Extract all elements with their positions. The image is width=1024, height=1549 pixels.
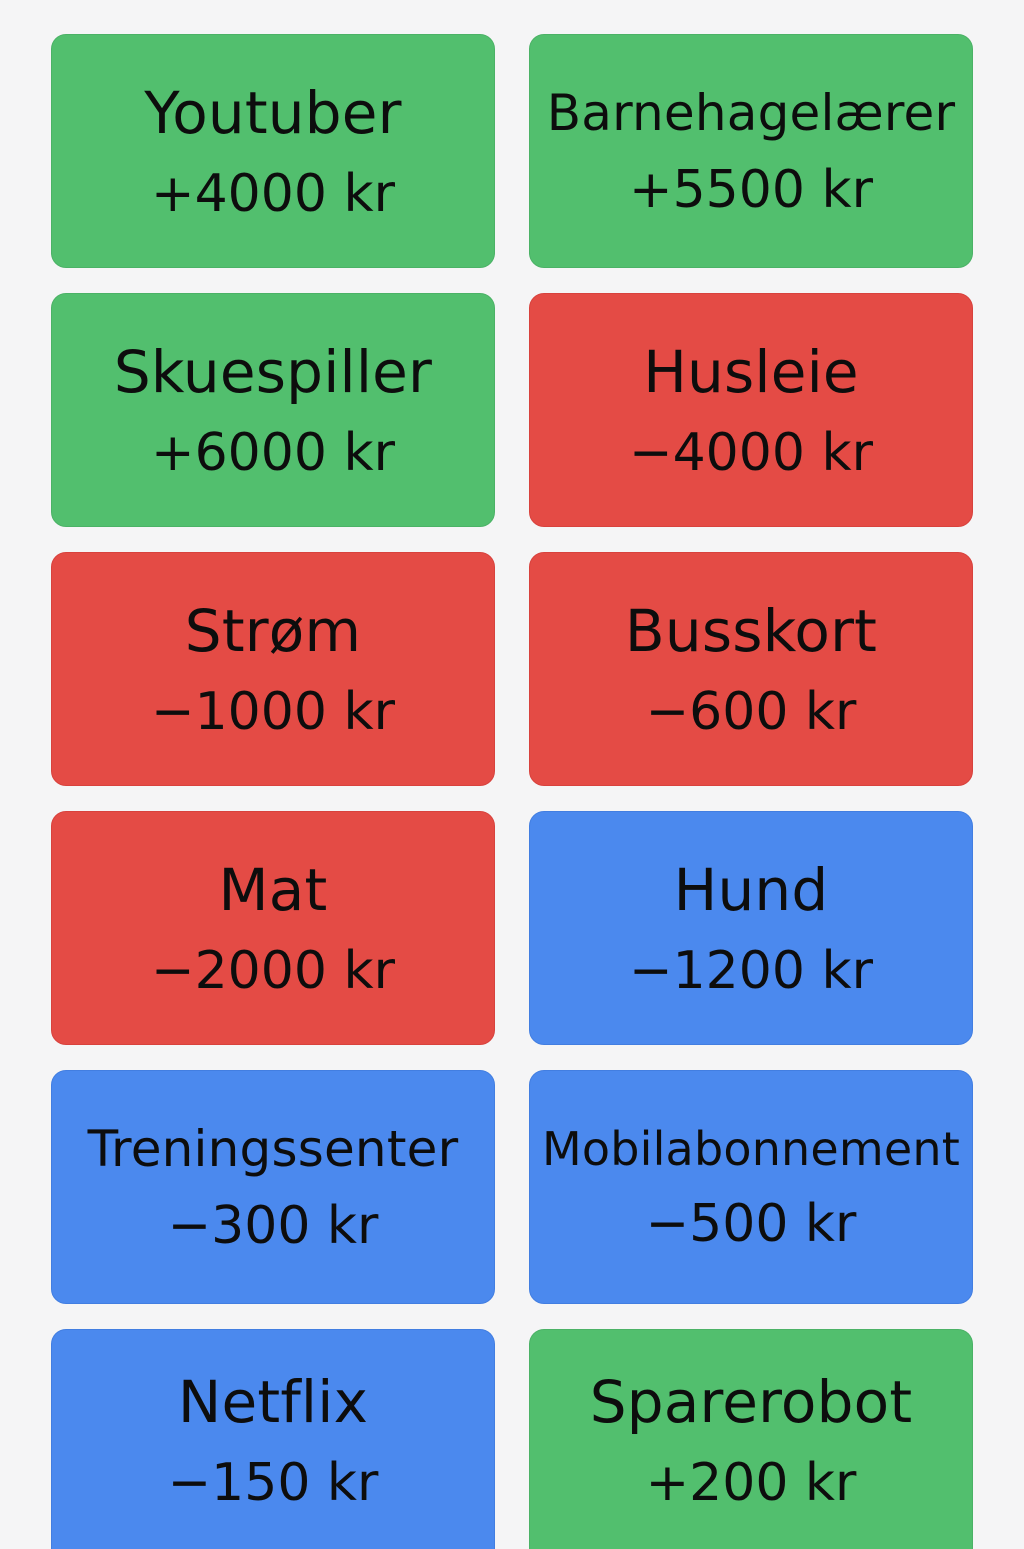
card-mat[interactable]: Mat −2000 kr — [51, 811, 495, 1045]
card-busskort[interactable]: Busskort −600 kr — [529, 552, 973, 786]
card-amount: +200 kr — [645, 1452, 857, 1513]
card-amount: −500 kr — [645, 1194, 857, 1254]
card-title: Netflix — [177, 1367, 369, 1436]
card-amount: −2000 kr — [151, 941, 395, 1001]
card-title: Sparerobot — [589, 1367, 913, 1436]
card-amount: +6000 kr — [151, 423, 395, 483]
card-amount: −1000 kr — [151, 682, 395, 742]
card-title: Youtuber — [144, 79, 402, 147]
card-title: Mat — [218, 856, 328, 924]
card-netflix[interactable]: Netflix −150 kr — [51, 1329, 495, 1549]
card-hund[interactable]: Hund −1200 kr — [529, 811, 973, 1045]
card-treningssenter[interactable]: Treningssenter −300 kr — [51, 1070, 495, 1304]
card-amount: −300 kr — [167, 1196, 379, 1256]
card-barnehagelaerer[interactable]: Barnehagelærer +5500 kr — [529, 34, 973, 268]
card-grid: Youtuber +4000 kr Barnehagelærer +5500 k… — [51, 34, 973, 1549]
card-youtuber[interactable]: Youtuber +4000 kr — [51, 34, 495, 268]
card-amount: −600 kr — [645, 682, 857, 742]
card-title: Skuespiller — [113, 338, 433, 406]
card-title: Barnehagelærer — [546, 84, 956, 142]
card-amount: +4000 kr — [151, 164, 395, 224]
card-amount: −150 kr — [167, 1452, 379, 1513]
card-title: Mobilabonnement — [541, 1122, 961, 1176]
card-mobilabonnement[interactable]: Mobilabonnement −500 kr — [529, 1070, 973, 1304]
card-strom[interactable]: Strøm −1000 kr — [51, 552, 495, 786]
card-amount: −1200 kr — [629, 941, 873, 1001]
card-husleie[interactable]: Husleie −4000 kr — [529, 293, 973, 527]
card-title: Busskort — [624, 597, 878, 665]
card-skuespiller[interactable]: Skuespiller +6000 kr — [51, 293, 495, 527]
card-title: Treningssenter — [87, 1120, 459, 1178]
card-title: Hund — [673, 856, 829, 924]
card-amount: −4000 kr — [629, 423, 873, 483]
card-amount: +5500 kr — [629, 160, 873, 220]
card-title: Strøm — [184, 597, 362, 665]
card-title: Husleie — [643, 338, 859, 406]
card-sparerobot[interactable]: Sparerobot +200 kr — [529, 1329, 973, 1549]
